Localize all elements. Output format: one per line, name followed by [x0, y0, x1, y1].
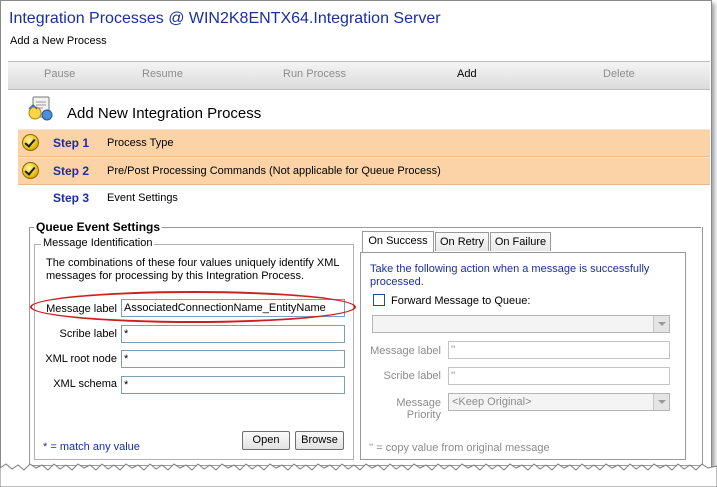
step-number: Step 2 — [53, 164, 90, 178]
message-identification-label: Message Identification — [41, 237, 155, 249]
step-1-row[interactable]: Step 1 Process Type — [18, 129, 710, 157]
step-number: Step 1 — [53, 136, 90, 150]
step-number: Step 3 — [53, 191, 90, 205]
window-subtitle: Add a New Process — [10, 35, 107, 47]
tab-on-success[interactable]: On Success — [362, 231, 434, 252]
window-title: Integration Processes @ WIN2K8ENTX64.Int… — [9, 10, 441, 27]
rp-message-label-input[interactable]: '' — [448, 341, 670, 359]
checkmark-icon — [22, 134, 39, 151]
step-label: Event Settings — [107, 192, 178, 204]
xml-root-node-label: XML root node — [45, 353, 117, 365]
xml-root-node-input[interactable]: * — [121, 350, 345, 368]
forward-message-label: Forward Message to Queue: — [391, 295, 531, 307]
process-wizard-icon — [27, 95, 55, 121]
xml-schema-label: XML schema — [53, 378, 117, 390]
rp-scribe-label-input[interactable]: '' — [448, 367, 670, 385]
on-success-description: Take the following action when a message… — [370, 263, 650, 288]
message-priority-value: <Keep Original> — [452, 396, 532, 408]
torn-edge — [0, 463, 717, 487]
window-frame: Integration Processes @ WIN2K8ENTX64.Int… — [0, 0, 712, 472]
delete-button[interactable]: Delete — [603, 68, 635, 80]
pause-button[interactable]: Pause — [44, 68, 75, 80]
match-any-note: * = match any value — [43, 441, 140, 453]
xml-schema-input[interactable]: * — [121, 376, 345, 394]
step-2-row[interactable]: Step 2 Pre/Post Processing Commands (Not… — [18, 157, 710, 185]
step-label: Pre/Post Processing Commands (Not applic… — [107, 165, 441, 177]
message-label-label: Message label — [46, 303, 117, 315]
copy-value-note: '' = copy value from original message — [369, 442, 550, 454]
run-process-button[interactable]: Run Process — [283, 68, 346, 80]
browse-button[interactable]: Browse — [295, 431, 344, 450]
step-3-row[interactable]: Step 3 Event Settings — [18, 185, 710, 211]
rp-scribe-label-label: Scribe label — [383, 370, 441, 382]
message-priority-dropdown[interactable]: <Keep Original> — [448, 393, 670, 411]
message-priority-label: Message Priority — [396, 397, 441, 421]
queue-dropdown-chevron[interactable] — [372, 315, 670, 333]
checkmark-icon — [22, 162, 39, 179]
page-title: Add New Integration Process — [67, 105, 262, 122]
chevron-down-icon — [653, 316, 669, 332]
message-identification-description: The combinations of these four values un… — [46, 257, 340, 282]
forward-message-checkbox[interactable] — [373, 294, 385, 306]
scribe-label-input[interactable]: * — [121, 325, 345, 343]
add-button[interactable]: Add — [457, 68, 477, 80]
chevron-down-icon — [653, 394, 669, 410]
scribe-label-label: Scribe label — [59, 328, 117, 340]
message-label-input[interactable]: AssociatedConnectionName_EntityName — [121, 299, 345, 317]
rp-message-label-label: Message label — [370, 345, 441, 357]
step-label: Process Type — [107, 137, 174, 149]
tab-on-failure[interactable]: On Failure — [490, 232, 551, 251]
toolbar: Pause Resume Run Process Add Delete — [8, 61, 710, 90]
tab-on-retry[interactable]: On Retry — [435, 232, 489, 251]
open-button[interactable]: Open — [242, 431, 290, 450]
queue-event-settings-label: Queue Event Settings — [34, 220, 163, 234]
resume-button[interactable]: Resume — [142, 68, 183, 80]
